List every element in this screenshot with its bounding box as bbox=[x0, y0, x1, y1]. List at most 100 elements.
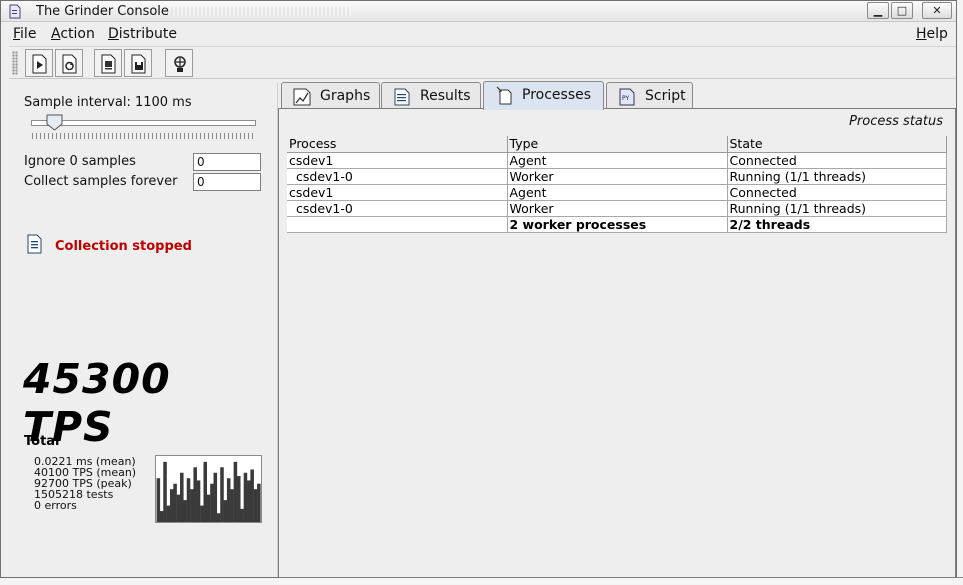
script-icon: PY bbox=[619, 88, 635, 106]
cell-state: Connected bbox=[727, 152, 947, 169]
processes-icon bbox=[496, 86, 512, 105]
collect-samples-field[interactable] bbox=[193, 173, 261, 191]
cell-state: Connected bbox=[727, 184, 947, 201]
cell-process: csdev1-0 bbox=[287, 200, 508, 217]
cell-type: Agent bbox=[507, 152, 728, 169]
collection-status-icon bbox=[27, 234, 42, 254]
sparkline-bar bbox=[253, 489, 258, 522]
reset-processes-button[interactable] bbox=[55, 49, 83, 77]
cell-total-process bbox=[287, 216, 508, 233]
table-total-row[interactable]: 2 worker processes 2/2 threads bbox=[287, 216, 947, 233]
menu-action[interactable]: Action bbox=[51, 26, 95, 42]
sparkline-bar bbox=[233, 461, 238, 522]
sparkline-bar bbox=[176, 494, 181, 522]
sparkline-bar bbox=[243, 472, 248, 522]
sparkline-bar bbox=[236, 476, 241, 522]
sparkline-bar bbox=[163, 461, 167, 522]
app-icon bbox=[9, 4, 21, 19]
tab-processes[interactable]: Processes bbox=[483, 81, 604, 110]
sparkline-bar bbox=[190, 489, 194, 522]
cell-type: Worker bbox=[507, 200, 728, 217]
cell-process: csdev1 bbox=[287, 152, 508, 169]
tps-display: 45300 TPS bbox=[23, 355, 171, 451]
distribute-icon bbox=[174, 56, 186, 72]
slider-ticks bbox=[32, 133, 256, 139]
start-processes-button[interactable] bbox=[25, 49, 53, 77]
sparkline-bar bbox=[257, 483, 261, 522]
ignore-samples-field[interactable] bbox=[193, 153, 261, 171]
sparkline-bar bbox=[200, 505, 204, 522]
cell-type: Worker bbox=[507, 168, 728, 185]
cell-total-workers: 2 worker processes bbox=[507, 216, 728, 233]
sparkline-bar bbox=[166, 505, 171, 522]
cell-state: Running (1/1 threads) bbox=[727, 200, 947, 217]
sparkline-bar bbox=[186, 478, 191, 522]
sparkline-bar bbox=[169, 489, 174, 522]
menu-help[interactable]: Help bbox=[916, 26, 948, 42]
svg-text:PY: PY bbox=[622, 95, 629, 102]
window-title: The Grinder Console bbox=[36, 4, 169, 19]
sparkline-bar bbox=[183, 500, 187, 522]
toolbar bbox=[9, 46, 956, 79]
save-document-icon bbox=[131, 54, 146, 74]
sample-interval-label: Sample interval: 1100 ms bbox=[24, 95, 192, 110]
stat-errors: 0 errors bbox=[34, 499, 77, 512]
process-table: Process Type State csdev1 Agent Connecte… bbox=[287, 136, 947, 233]
column-header-state[interactable]: State bbox=[727, 136, 947, 153]
distribute-files-button[interactable] bbox=[165, 49, 193, 77]
start-recording-button[interactable] bbox=[94, 49, 122, 77]
slider-thumb-icon[interactable] bbox=[46, 114, 63, 131]
table-row[interactable]: csdev1 Agent Connected bbox=[287, 184, 947, 201]
total-label: Total bbox=[24, 434, 60, 449]
processes-panel: Process status Process Type State csdev1… bbox=[278, 108, 956, 578]
sparkline-bar bbox=[196, 480, 201, 522]
close-button[interactable]: ✕ bbox=[922, 2, 952, 19]
results-icon bbox=[394, 88, 410, 106]
tab-script-label: Script bbox=[645, 88, 686, 104]
table-row[interactable]: csdev1-0 Worker Running (1/1 threads) bbox=[287, 200, 947, 217]
sparkline-bar bbox=[240, 508, 244, 522]
tab-graphs[interactable]: Graphs bbox=[281, 82, 380, 109]
table-row[interactable]: csdev1-0 Worker Running (1/1 threads) bbox=[287, 168, 947, 185]
menu-distribute[interactable]: Distribute bbox=[108, 26, 177, 42]
tps-sparkline-graph bbox=[155, 455, 262, 523]
collection-status-text: Collection stopped bbox=[55, 239, 192, 254]
sparkline-bar bbox=[213, 472, 218, 522]
cell-process: csdev1 bbox=[287, 184, 508, 201]
sample-interval-slider[interactable] bbox=[31, 120, 256, 126]
ignore-samples-label: Ignore 0 samples bbox=[24, 154, 136, 169]
sparkline-bar bbox=[156, 478, 161, 522]
cell-state: Running (1/1 threads) bbox=[727, 168, 947, 185]
stop-recording-button[interactable] bbox=[124, 49, 152, 77]
title-bar-decoration bbox=[171, 7, 351, 16]
sparkline-bar bbox=[180, 472, 184, 522]
tab-processes-label: Processes bbox=[522, 87, 592, 103]
menu-bar: File Action Distribute Help bbox=[9, 23, 956, 45]
menu-file[interactable]: File bbox=[13, 26, 36, 42]
title-bar[interactable]: The Grinder Console ▁ □ ✕ bbox=[1, 1, 956, 22]
table-row[interactable]: csdev1 Agent Connected bbox=[287, 152, 947, 169]
sparkline-bar bbox=[250, 469, 254, 522]
background-window-edge-bottom bbox=[0, 577, 963, 585]
tab-results[interactable]: Results bbox=[381, 82, 481, 109]
column-header-type[interactable]: Type bbox=[507, 136, 728, 153]
sparkline-bar bbox=[223, 500, 228, 522]
cell-process: csdev1-0 bbox=[287, 168, 508, 185]
maximize-button[interactable]: □ bbox=[891, 2, 913, 19]
column-header-process[interactable]: Process bbox=[287, 136, 508, 153]
tab-script[interactable]: PY Script bbox=[606, 82, 693, 109]
graph-icon bbox=[293, 88, 311, 106]
grinder-console-window: The Grinder Console ▁ □ ✕ File Action Di… bbox=[0, 0, 957, 578]
total-stats: 0.0221 ms (mean) 40100 TPS (mean) 92700 … bbox=[34, 456, 136, 511]
process-status-title: Process status bbox=[849, 114, 943, 129]
sparkline-bar bbox=[203, 461, 208, 522]
minimize-button[interactable]: ▁ bbox=[867, 2, 889, 19]
toolbar-grip-icon[interactable] bbox=[12, 51, 18, 75]
reset-processes-icon bbox=[62, 54, 77, 74]
sparkline-bar bbox=[206, 494, 211, 522]
sparkline-bar bbox=[173, 483, 177, 522]
tab-graphs-label: Graphs bbox=[320, 88, 371, 104]
sparkline-bar bbox=[247, 480, 251, 522]
sparkline-bar bbox=[159, 511, 164, 522]
document-icon bbox=[101, 54, 116, 74]
